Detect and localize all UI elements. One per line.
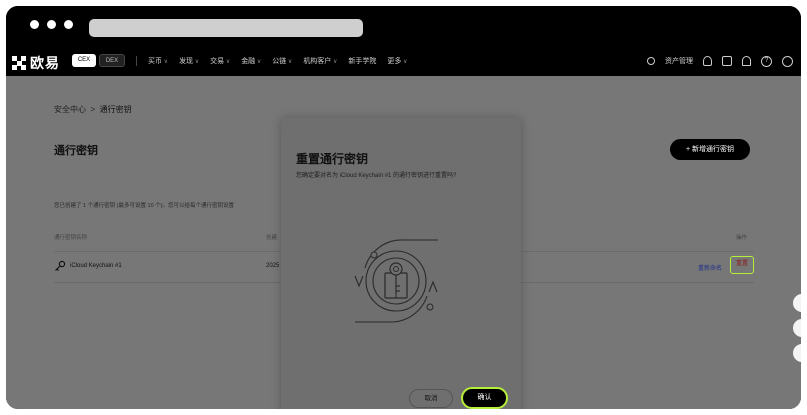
page-content: 安全中心 > 通行密钥 通行密钥 + 新增通行密钥 您已创建了 1 个通行密钥 …	[6, 76, 801, 409]
rename-button[interactable]: 重新命名	[698, 263, 722, 272]
column-header-created: 创建	[266, 235, 278, 241]
window-maximize-dot[interactable]	[64, 20, 73, 29]
nav-divider	[136, 56, 137, 66]
menu-item-institutional[interactable]: 机构客户	[303, 56, 337, 66]
window-close-dot[interactable]	[30, 20, 39, 29]
logo-text: 欧易	[30, 55, 60, 71]
main-menu: 买币 发现 交易 金融 公链 机构客户 新手学院 更多	[148, 46, 407, 76]
menu-item-more[interactable]: 更多	[387, 56, 407, 66]
key-icon	[55, 260, 66, 271]
top-navbar: 欧易 CEX DEX 买币 发现 交易 金融 公链 机构客户 新手学院 更多 资…	[6, 46, 801, 76]
confirm-button[interactable]: 确认	[461, 387, 508, 409]
user-icon[interactable]	[703, 56, 712, 66]
cancel-button[interactable]: 取消	[409, 389, 453, 408]
help-icon[interactable]: ?	[761, 55, 772, 67]
title-bar	[6, 6, 801, 42]
cex-toggle[interactable]: CEX	[72, 54, 96, 67]
address-bar[interactable]	[89, 19, 363, 37]
download-icon[interactable]	[722, 56, 732, 66]
menu-item-discover[interactable]: 发现	[179, 56, 199, 66]
asset-management-menu[interactable]: 资产管理	[665, 56, 693, 66]
logo[interactable]: 欧易	[12, 53, 60, 73]
passkey-name: iCloud Keychain #1	[70, 263, 122, 269]
menu-item-academy[interactable]: 新手学院	[348, 56, 376, 66]
passkey-description: 您已创建了 1 个通行密钥 (最多可设置 10 个)。您可以给每个通行密钥设置	[54, 203, 234, 209]
menu-item-chain[interactable]: 公链	[272, 56, 292, 66]
bell-icon[interactable]	[742, 56, 751, 66]
column-header-actions: 操作	[736, 235, 748, 241]
floating-widget-1[interactable]	[793, 294, 801, 312]
column-header-name: 通行密钥名称	[54, 235, 88, 241]
dialog-title: 重置通行密钥	[296, 152, 369, 166]
refresh-lock-icon	[354, 239, 438, 323]
search-icon[interactable]	[647, 57, 655, 65]
floating-widget-2[interactable]	[793, 319, 801, 337]
menu-item-buy[interactable]: 买币	[148, 56, 168, 66]
window-minimize-dot[interactable]	[47, 20, 56, 29]
passkey-created: 2025	[266, 263, 280, 269]
breadcrumb: 安全中心 > 通行密钥	[54, 104, 132, 115]
add-passkey-button[interactable]: + 新增通行密钥	[670, 139, 750, 160]
nav-right-tools: 资产管理 ?	[647, 46, 793, 76]
reset-passkey-dialog: 重置通行密钥 您确定要对名为 iCloud Keychain #1 的通行密钥进…	[281, 118, 521, 409]
menu-item-finance[interactable]: 金融	[241, 56, 261, 66]
dex-toggle[interactable]: DEX	[99, 54, 125, 67]
menu-item-trade[interactable]: 交易	[210, 56, 230, 66]
floating-widget-3[interactable]	[793, 344, 801, 362]
breadcrumb-current: 通行密钥	[99, 105, 132, 114]
browser-window: 欧易 CEX DEX 买币 发现 交易 金融 公链 机构客户 新手学院 更多 资…	[6, 6, 801, 409]
globe-icon[interactable]	[782, 55, 793, 67]
dialog-message: 您确定要对名为 iCloud Keychain #1 的通行密钥进行重置吗?	[296, 173, 457, 179]
breadcrumb-separator: >	[90, 105, 96, 114]
page-title: 通行密钥	[54, 145, 98, 157]
logo-icon	[12, 56, 26, 70]
breadcrumb-security-center[interactable]: 安全中心	[54, 105, 86, 114]
reset-button[interactable]: 重置	[730, 256, 754, 274]
